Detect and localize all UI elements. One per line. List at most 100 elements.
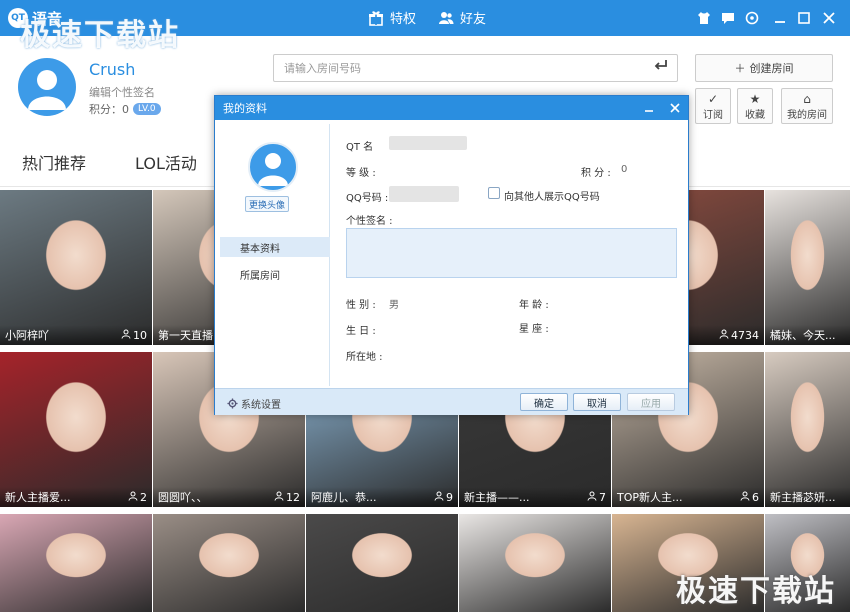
show-qq-checkbox[interactable] [488, 187, 500, 199]
viewer-count-value: 2 [140, 490, 147, 504]
level-label: 等 级 : [346, 168, 376, 179]
favorites-label: 收藏 [745, 109, 765, 121]
room-tile[interactable]: 橘妹、今天... [765, 190, 850, 345]
room-thumbnail [153, 514, 305, 612]
room-caption: 新主播苾妍... [765, 487, 850, 507]
signature-edit[interactable]: 编辑个性签名 [89, 84, 155, 100]
room-number-input[interactable] [273, 54, 678, 82]
viewer-count: 10 [121, 329, 147, 342]
star-icon: ★ [749, 91, 761, 106]
room-thumbnail [0, 352, 152, 507]
room-tile[interactable]: 小阿梓吖 10 [0, 190, 152, 345]
room-caption: 圆圆吖、、 12 [153, 487, 305, 507]
gift-icon [368, 10, 384, 26]
viewer-count-value: 7 [599, 490, 606, 504]
age-label: 年 龄 : [519, 300, 549, 311]
room-name: TOP新人主... [617, 491, 683, 504]
viewer-count: 4734 [719, 329, 759, 342]
cancel-button[interactable]: 取消 [573, 393, 621, 411]
maximize-button[interactable] [794, 8, 814, 28]
close-button[interactable] [819, 8, 839, 28]
user-avatar[interactable] [18, 58, 76, 116]
subscribe-button[interactable]: ✓ 订阅 [695, 88, 731, 124]
tab-hot[interactable]: 热门推荐 [22, 150, 86, 174]
dialog-avatar [248, 142, 298, 192]
room-name: 新主播苾妍... [770, 491, 836, 504]
viewer-icon [587, 491, 597, 504]
ok-button[interactable]: 确定 [520, 393, 568, 411]
points-info: 积分：0 LV.0 [89, 101, 161, 117]
viewer-count-value: 9 [446, 490, 453, 504]
user-silhouette-icon [258, 153, 288, 186]
message-icon[interactable] [718, 8, 738, 28]
friends-nav[interactable]: 好友 [438, 8, 486, 27]
change-avatar-button[interactable]: 更换头像 [245, 196, 290, 212]
viewer-icon [740, 491, 750, 504]
room-tile[interactable] [765, 514, 850, 612]
room-thumbnail [765, 190, 850, 345]
room-name: 阿鹿儿、恭... [311, 491, 377, 504]
room-thumbnail [612, 514, 764, 612]
create-room-button[interactable]: ＋ 创建房间 [695, 54, 833, 82]
room-name: 橘妹、今天... [770, 329, 836, 342]
qt-name-label: QT 名 [346, 142, 374, 153]
dialog-content: QT 名 等 级 : 积 分 : 0 QQ号码 : 向其他人展示QQ号码 个性签… [331, 124, 688, 386]
dialog-minimize-button[interactable] [639, 98, 659, 118]
room-name: 新主播——... [464, 491, 530, 504]
zodiac-label: 星 座 : [519, 324, 549, 335]
minimize-button[interactable] [770, 8, 790, 28]
viewer-icon [434, 491, 444, 504]
viewer-icon [128, 491, 138, 504]
my-rooms-button[interactable]: ⌂ 我的房间 [781, 88, 833, 124]
dialog-title: 我的资料 [223, 102, 267, 115]
viewer-count: 6 [740, 491, 759, 504]
subscribe-label: 订阅 [703, 109, 723, 121]
qt-name-blurred [389, 136, 467, 150]
qq-number-label: QQ号码 : [346, 193, 389, 204]
privilege-nav[interactable]: 特权 [368, 8, 416, 27]
room-thumbnail [765, 514, 850, 612]
room-thumbnail [765, 352, 850, 507]
room-tile[interactable] [612, 514, 764, 612]
dialog-nav-rooms[interactable]: 所属房间 [220, 264, 330, 284]
check-icon: ✓ [707, 91, 719, 106]
room-caption: 新主播——... 7 [459, 487, 611, 507]
tab-lol[interactable]: LOL活动 [135, 150, 197, 174]
title-bar: QT 语音 特权 好友 [0, 0, 850, 36]
user-silhouette-icon [28, 70, 66, 110]
signature-textarea[interactable] [346, 228, 677, 278]
gender-label: 性 别 : [346, 300, 376, 311]
gender-value: 男 [389, 300, 399, 311]
profile-dialog: 我的资料 更换头像 基本资料 所属房间 QT 名 等 级 : 积 分 : 0 Q… [214, 95, 689, 415]
room-name: 小阿梓吖 [5, 329, 49, 342]
enter-icon[interactable] [654, 59, 668, 75]
room-tile[interactable] [306, 514, 458, 612]
room-tile[interactable] [0, 514, 152, 612]
room-name: 圆圆吖、、 [158, 491, 208, 504]
home-icon: ⌂ [803, 91, 811, 106]
dialog-sidebar: 更换头像 基本资料 所属房间 [220, 124, 330, 386]
dialog-close-button[interactable] [665, 98, 685, 118]
room-tile[interactable]: 新主播苾妍... [765, 352, 850, 507]
viewer-icon [121, 329, 131, 342]
username[interactable]: Crush [89, 60, 135, 79]
points-label: 积分：0 [89, 103, 129, 116]
favorites-button[interactable]: ★ 收藏 [737, 88, 773, 124]
apply-button[interactable]: 应用 [627, 393, 675, 411]
viewer-count: 2 [128, 491, 147, 504]
room-name: 新人主播爱... [5, 491, 71, 504]
points-label-dialog: 积 分 : [581, 168, 611, 179]
gear-icon [227, 398, 238, 409]
settings-circle-icon[interactable] [742, 8, 762, 28]
room-tile[interactable] [153, 514, 305, 612]
create-room-label: 创建房间 [749, 62, 794, 75]
my-rooms-label: 我的房间 [787, 109, 827, 121]
room-tile[interactable] [459, 514, 611, 612]
dialog-nav-basic[interactable]: 基本资料 [220, 237, 330, 257]
system-settings-link[interactable]: 系统设置 [227, 396, 281, 411]
viewer-count: 7 [587, 491, 606, 504]
viewer-count: 12 [274, 491, 300, 504]
friends-label: 好友 [460, 12, 487, 27]
skin-icon[interactable] [694, 8, 714, 28]
room-tile[interactable]: 新人主播爱... 2 [0, 352, 152, 507]
